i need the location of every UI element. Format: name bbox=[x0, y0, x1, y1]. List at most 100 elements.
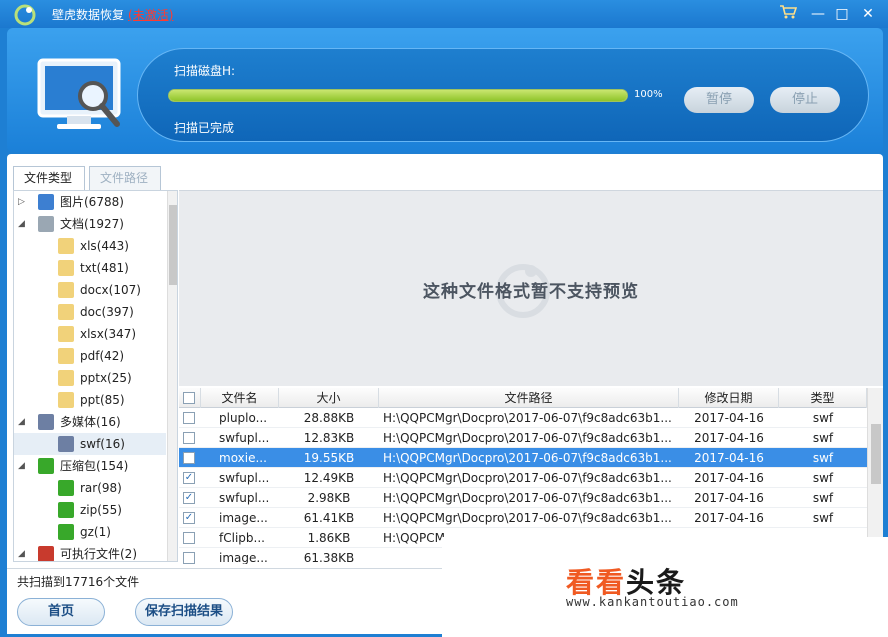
column-header-size[interactable]: 大小 bbox=[279, 388, 379, 408]
collapse-arrow-icon[interactable]: ◢ bbox=[18, 411, 28, 433]
cell-type: swf bbox=[812, 431, 834, 445]
tree-category[interactable]: ◢ 文档(1927) bbox=[14, 213, 166, 235]
scan-progress-percent: 100% bbox=[634, 89, 663, 100]
activation-status-link[interactable]: (未激活) bbox=[128, 8, 173, 22]
tree-scrollbar-thumb[interactable] bbox=[169, 205, 177, 285]
cell-name: swfupl... bbox=[219, 471, 270, 485]
collapse-arrow-icon[interactable]: ◢ bbox=[18, 455, 28, 477]
minimize-icon[interactable]: — bbox=[808, 4, 828, 24]
table-header: 文件名 大小 文件路径 修改日期 类型 bbox=[179, 388, 867, 408]
table-scrollbar-thumb[interactable] bbox=[871, 424, 881, 484]
table-row[interactable]: ✓ swfupl... 12.49KB H:\QQPCMgr\Docpro\2017-… bbox=[179, 468, 867, 488]
tree-category[interactable]: ◢ 多媒体(16) bbox=[14, 411, 166, 433]
column-header-type[interactable]: 类型 bbox=[779, 388, 867, 408]
file-type-icon bbox=[38, 414, 54, 430]
cart-icon[interactable] bbox=[778, 4, 798, 24]
tree-label: 可执行文件(2) bbox=[60, 547, 137, 561]
cell-name: fClipb... bbox=[219, 531, 265, 545]
tree-label: 文档(1927) bbox=[60, 217, 124, 231]
cell-type: swf bbox=[812, 451, 834, 465]
tree-item[interactable]: xlsx(347) bbox=[14, 323, 166, 345]
tab-file-type[interactable]: 文件类型 bbox=[13, 166, 85, 190]
select-all-checkbox[interactable] bbox=[183, 392, 195, 404]
table-row[interactable]: moxie... 19.55KB H:\QQPCMgr\Docpro\2017-06… bbox=[179, 448, 867, 468]
expand-arrow-icon[interactable]: ▷ bbox=[18, 191, 28, 213]
file-type-tree: ▷ 图片(6788) ◢ 文档(1927) xls(443) txt(481) docx(1… bbox=[13, 190, 178, 562]
app-name: 壁虎数据恢复 bbox=[52, 8, 125, 22]
cell-date: 2017-04-16 bbox=[694, 411, 764, 425]
tree-item[interactable]: txt(481) bbox=[14, 257, 166, 279]
table-row[interactable]: pluplo... 28.88KB H:\QQPCMgr\Docpro\2017-0… bbox=[179, 408, 867, 428]
file-type-icon bbox=[58, 348, 74, 364]
row-checkbox[interactable] bbox=[183, 532, 195, 544]
tree-category[interactable]: ◢ 可执行文件(2) bbox=[14, 543, 166, 561]
row-checkbox[interactable]: ✓ bbox=[183, 472, 195, 484]
tree-scrollbar[interactable] bbox=[167, 191, 177, 561]
scan-status-text: 扫描已完成 bbox=[174, 121, 235, 135]
file-type-icon bbox=[58, 282, 74, 298]
file-type-icon bbox=[38, 546, 54, 561]
row-checkbox[interactable] bbox=[183, 412, 195, 424]
file-type-icon bbox=[58, 524, 74, 540]
monitor-magnifier-icon bbox=[37, 58, 121, 129]
collapse-arrow-icon[interactable]: ◢ bbox=[18, 213, 28, 235]
cell-path: H:\QQPCMgr\Docpro\2017-06-07\f9c8adc63b1… bbox=[383, 491, 672, 505]
column-header-path[interactable]: 文件路径 bbox=[379, 388, 679, 408]
close-icon[interactable]: ✕ bbox=[858, 4, 878, 24]
tree-category[interactable]: ◢ 压缩包(154) bbox=[14, 455, 166, 477]
tree-item[interactable]: swf(16) bbox=[14, 433, 166, 455]
collapse-arrow-icon[interactable]: ◢ bbox=[18, 543, 28, 561]
tree-label: swf(16) bbox=[80, 437, 125, 451]
maximize-icon[interactable]: □ bbox=[832, 4, 852, 24]
tree-item[interactable]: pdf(42) bbox=[14, 345, 166, 367]
cell-path: H:\QQPCMgr\Docpro\2017-06-07\f9c8adc63b1… bbox=[383, 411, 672, 425]
cell-size: 2.98KB bbox=[307, 491, 351, 505]
tree-item[interactable]: ppt(85) bbox=[14, 389, 166, 411]
cell-type: swf bbox=[812, 491, 834, 505]
tree-item[interactable]: zip(55) bbox=[14, 499, 166, 521]
watermark-url: www.kankantoutiao.com bbox=[566, 595, 739, 609]
header-select-all-cell bbox=[179, 388, 201, 408]
table-row[interactable]: ✓ swfupl... 2.98KB H:\QQPCMgr\Docpro\2017-0… bbox=[179, 488, 867, 508]
cell-size: 19.55KB bbox=[303, 451, 355, 465]
cell-name: image... bbox=[219, 511, 268, 525]
row-checkbox[interactable] bbox=[183, 432, 195, 444]
row-checkbox[interactable]: ✓ bbox=[183, 512, 195, 524]
tree-label: doc(397) bbox=[80, 305, 134, 319]
scan-header: 扫描磁盘H: 100% 扫描已完成 暂停 停止 bbox=[7, 28, 883, 152]
tree-item[interactable]: gz(1) bbox=[14, 521, 166, 543]
cell-type: swf bbox=[812, 411, 834, 425]
tree-label: 压缩包(154) bbox=[60, 459, 129, 473]
tree-item[interactable]: docx(107) bbox=[14, 279, 166, 301]
tab-file-path[interactable]: 文件路径 bbox=[89, 166, 161, 190]
home-button[interactable]: 首页 bbox=[17, 598, 105, 626]
file-type-icon bbox=[58, 326, 74, 342]
row-checkbox[interactable] bbox=[183, 452, 195, 464]
cell-date: 2017-04-16 bbox=[694, 431, 764, 445]
tree-item[interactable]: rar(98) bbox=[14, 477, 166, 499]
row-checkbox[interactable]: ✓ bbox=[183, 492, 195, 504]
file-type-icon bbox=[58, 502, 74, 518]
scan-count-text: 共扫描到17716个文件 bbox=[17, 575, 140, 589]
cell-type: swf bbox=[812, 471, 834, 485]
table-row[interactable]: ✓ image... 61.41KB H:\QQPCMgr\Docpro\2017-0… bbox=[179, 508, 867, 528]
table-row[interactable]: swfupl... 12.83KB H:\QQPCMgr\Docpro\2017-0… bbox=[179, 428, 867, 448]
cell-size: 61.41KB bbox=[303, 511, 355, 525]
file-type-icon bbox=[38, 216, 54, 232]
save-results-button[interactable]: 保存扫描结果 bbox=[135, 598, 233, 626]
scan-progress-bar bbox=[168, 89, 628, 102]
tree-item[interactable]: pptx(25) bbox=[14, 367, 166, 389]
cell-path: H:\QQPCMgr\Docpro\2017-06-07\f9c8adc63b1… bbox=[383, 431, 672, 445]
column-header-date[interactable]: 修改日期 bbox=[679, 388, 779, 408]
tree-category[interactable]: ▷ 图片(6788) bbox=[14, 191, 166, 213]
cell-name: pluplo... bbox=[219, 411, 268, 425]
row-checkbox[interactable] bbox=[183, 552, 195, 564]
column-header-name[interactable]: 文件名 bbox=[201, 388, 279, 408]
file-type-icon bbox=[58, 370, 74, 386]
cell-size: 61.38KB bbox=[303, 551, 355, 564]
tree-label: zip(55) bbox=[80, 503, 122, 517]
tree-item[interactable]: doc(397) bbox=[14, 301, 166, 323]
stop-button[interactable]: 停止 bbox=[770, 87, 840, 113]
tree-item[interactable]: xls(443) bbox=[14, 235, 166, 257]
pause-button[interactable]: 暂停 bbox=[684, 87, 754, 113]
